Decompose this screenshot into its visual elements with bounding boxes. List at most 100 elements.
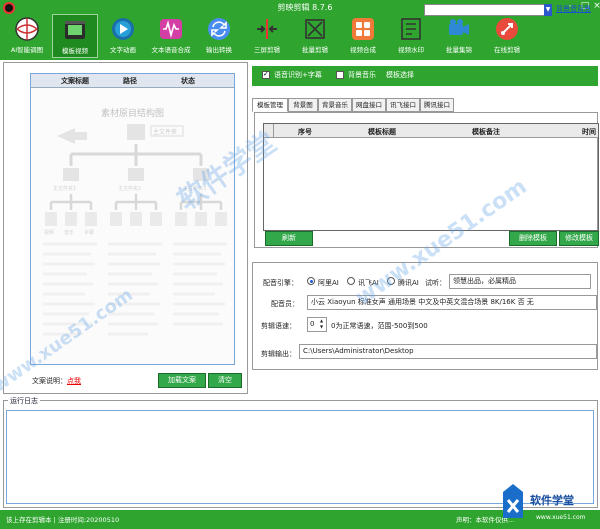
root-label: 主文件夹: [153, 128, 177, 136]
tool-label: AI智能调图: [10, 46, 44, 54]
copy-note-row: 文案说明：点我: [32, 376, 81, 386]
voice-config-panel: 配音引擎： 阿里AI 讯飞AI 腾讯AI 试听： 领慧出品，必属精品 配音员： …: [252, 262, 598, 370]
clear-button[interactable]: 清空: [208, 373, 242, 388]
tab-xunfei[interactable]: 讯飞接口: [386, 98, 420, 112]
tool-label: 输出转换: [206, 46, 232, 54]
engine-xunfei-radio[interactable]: [347, 277, 355, 285]
tool-ai-photo[interactable]: AI智能调图: [4, 14, 50, 58]
close-icon[interactable]: ×: [592, 1, 600, 11]
log-legend: 运行日志: [8, 396, 40, 406]
watermark-icon: [401, 18, 421, 40]
play-circle-icon: [112, 18, 134, 40]
col-header-status[interactable]: 状态: [181, 76, 195, 86]
engine-label: 配音引擎：: [263, 279, 298, 287]
tool-label: 三屏剪辑: [254, 46, 280, 54]
copy-note-link[interactable]: 点我: [67, 377, 81, 385]
tab-template-manage[interactable]: 模板管理: [252, 98, 288, 112]
speed-stepper[interactable]: 0: [307, 317, 327, 332]
tool-label: 在线剪辑: [494, 46, 520, 54]
engine-ali-radio[interactable]: [307, 277, 315, 285]
arrow-icon: [57, 128, 87, 144]
split-screen-icon: [257, 19, 277, 39]
template-select-label: 模板选择: [386, 71, 414, 79]
copy-note-label: 文案说明：: [32, 377, 67, 385]
bg-link[interactable]: 背景音背景: [556, 4, 591, 14]
tool-text-animation[interactable]: 文字动画: [100, 14, 146, 58]
tool-label: 批量集锦: [446, 46, 472, 54]
tool-label: 批量剪辑: [302, 46, 328, 54]
tool-batch-cut[interactable]: 批量剪辑: [292, 14, 338, 58]
grid-merge-icon: [352, 18, 374, 40]
voicer-label: 配音员：: [271, 300, 299, 308]
options-bar: 语音识别+字幕 背景音乐 模板选择: [252, 66, 598, 86]
speed-hint: 0为正常语速，范围-500到500: [331, 322, 428, 330]
branch-label: 主文件夹1: [53, 185, 76, 192]
root-folder-icon: [127, 124, 145, 140]
tool-video-merge[interactable]: 视频合成: [340, 14, 386, 58]
delete-template-button[interactable]: 删除模板: [509, 231, 557, 246]
leaf-tag: 视频: [44, 229, 54, 236]
bg-music-label: 背景音乐: [348, 71, 376, 79]
listen-label: 试听：: [425, 279, 446, 287]
audio-wave-icon: [160, 19, 182, 39]
template-film-icon: [65, 21, 85, 39]
col-header-template-title[interactable]: 模板标题: [368, 127, 396, 137]
template-select-input[interactable]: [424, 4, 550, 16]
convert-arrows-icon: [208, 18, 230, 40]
branch-folder-icon: [63, 168, 79, 181]
app-logo-icon: [3, 2, 15, 14]
tool-label: 文本语音合成: [151, 46, 191, 54]
col-header-time[interactable]: 时间: [582, 127, 596, 137]
copy-table: 文案标题 路径 状态 素材原目结构图 主文件夹 主文件夹1 主文件夹2 主文件夹…: [30, 73, 235, 365]
chevron-down-icon[interactable]: ▼: [544, 4, 552, 16]
listen-text-field[interactable]: 领慧出品，必属精品: [449, 274, 591, 289]
tab-bg-image[interactable]: 背景图: [288, 98, 318, 112]
brand-url: www.xue51.com: [536, 514, 586, 521]
voicer-field[interactable]: 小云 Xiaoyun 标准女声 通用场景 中文及中英文混合场景 8K/16K 否…: [307, 295, 597, 310]
tab-bg-music[interactable]: 背景音乐: [318, 98, 352, 112]
refresh-button[interactable]: 刷新: [265, 231, 313, 246]
branch-label: 主文件夹2: [118, 185, 141, 192]
output-path-field[interactable]: C:\Users\Administrator\Desktop: [299, 344, 597, 359]
col-header-path[interactable]: 路径: [123, 76, 137, 86]
col-header-title[interactable]: 文案标题: [61, 76, 89, 86]
status-bar: 该上存在剪辑本 | 注册时间:20200510 声明：本软件仅供... 软件学堂…: [0, 484, 600, 529]
tool-label: 视频水印: [398, 46, 424, 54]
tool-three-screen[interactable]: 三屏剪辑: [244, 14, 290, 58]
brand-logo-icon: [503, 484, 523, 518]
brand-name: 软件学堂: [530, 494, 574, 507]
output-label: 剪辑输出：: [261, 350, 296, 358]
col-header-template-note[interactable]: 模板备注: [472, 127, 500, 137]
bg-music-checkbox[interactable]: [336, 71, 344, 79]
speech-subtitle-checkbox[interactable]: [262, 70, 270, 79]
leaf-file-icons: [45, 212, 227, 226]
app-title: 剪映剪辑 8.7.6: [277, 3, 333, 12]
tool-template-video[interactable]: 模板视频: [52, 14, 98, 58]
diagram-note-lines: [43, 242, 227, 336]
batch-cut-icon: [305, 19, 325, 39]
load-copy-button[interactable]: 加载文案: [158, 373, 206, 388]
tab-tencent[interactable]: 腾讯接口: [420, 98, 454, 112]
leaf-tag: 字幕: [84, 229, 94, 236]
speed-label: 剪辑语速：: [261, 322, 296, 330]
engine-ali-label: 阿里AI: [318, 279, 339, 287]
template-table-header: 序号 模板标题 模板备注 时间: [264, 124, 598, 138]
tab-netdisk[interactable]: 网盘接口: [352, 98, 386, 112]
status-left: 该上存在剪辑本 | 注册时间:20200510: [6, 516, 120, 524]
template-panel: 序号 模板标题 模板备注 时间 刷新 删除模板 修改模板: [254, 112, 599, 248]
template-table: 序号 模板标题 模板备注 时间: [263, 123, 599, 231]
copy-table-header: 文案标题 路径 状态: [31, 74, 234, 88]
tool-batch-collection[interactable]: 批量集锦: [436, 14, 482, 58]
tool-label: 文字动画: [110, 46, 136, 54]
rocket-icon: [496, 18, 518, 40]
tool-output-convert[interactable]: 输出转换: [196, 14, 242, 58]
diagram-title: 素材原目结构图: [101, 107, 164, 119]
tool-tts[interactable]: 文本语音合成: [148, 14, 194, 58]
tool-video-watermark[interactable]: 视频水印: [388, 14, 434, 58]
speech-subtitle-label: 语音识别+字幕: [274, 71, 322, 79]
camera-batch-icon: [449, 19, 469, 35]
tool-online-edit[interactable]: 在线剪辑: [484, 14, 530, 58]
col-header-index[interactable]: 序号: [298, 127, 312, 137]
ai-ball-icon: [15, 17, 39, 41]
modify-template-button[interactable]: 修改模板: [559, 231, 599, 246]
